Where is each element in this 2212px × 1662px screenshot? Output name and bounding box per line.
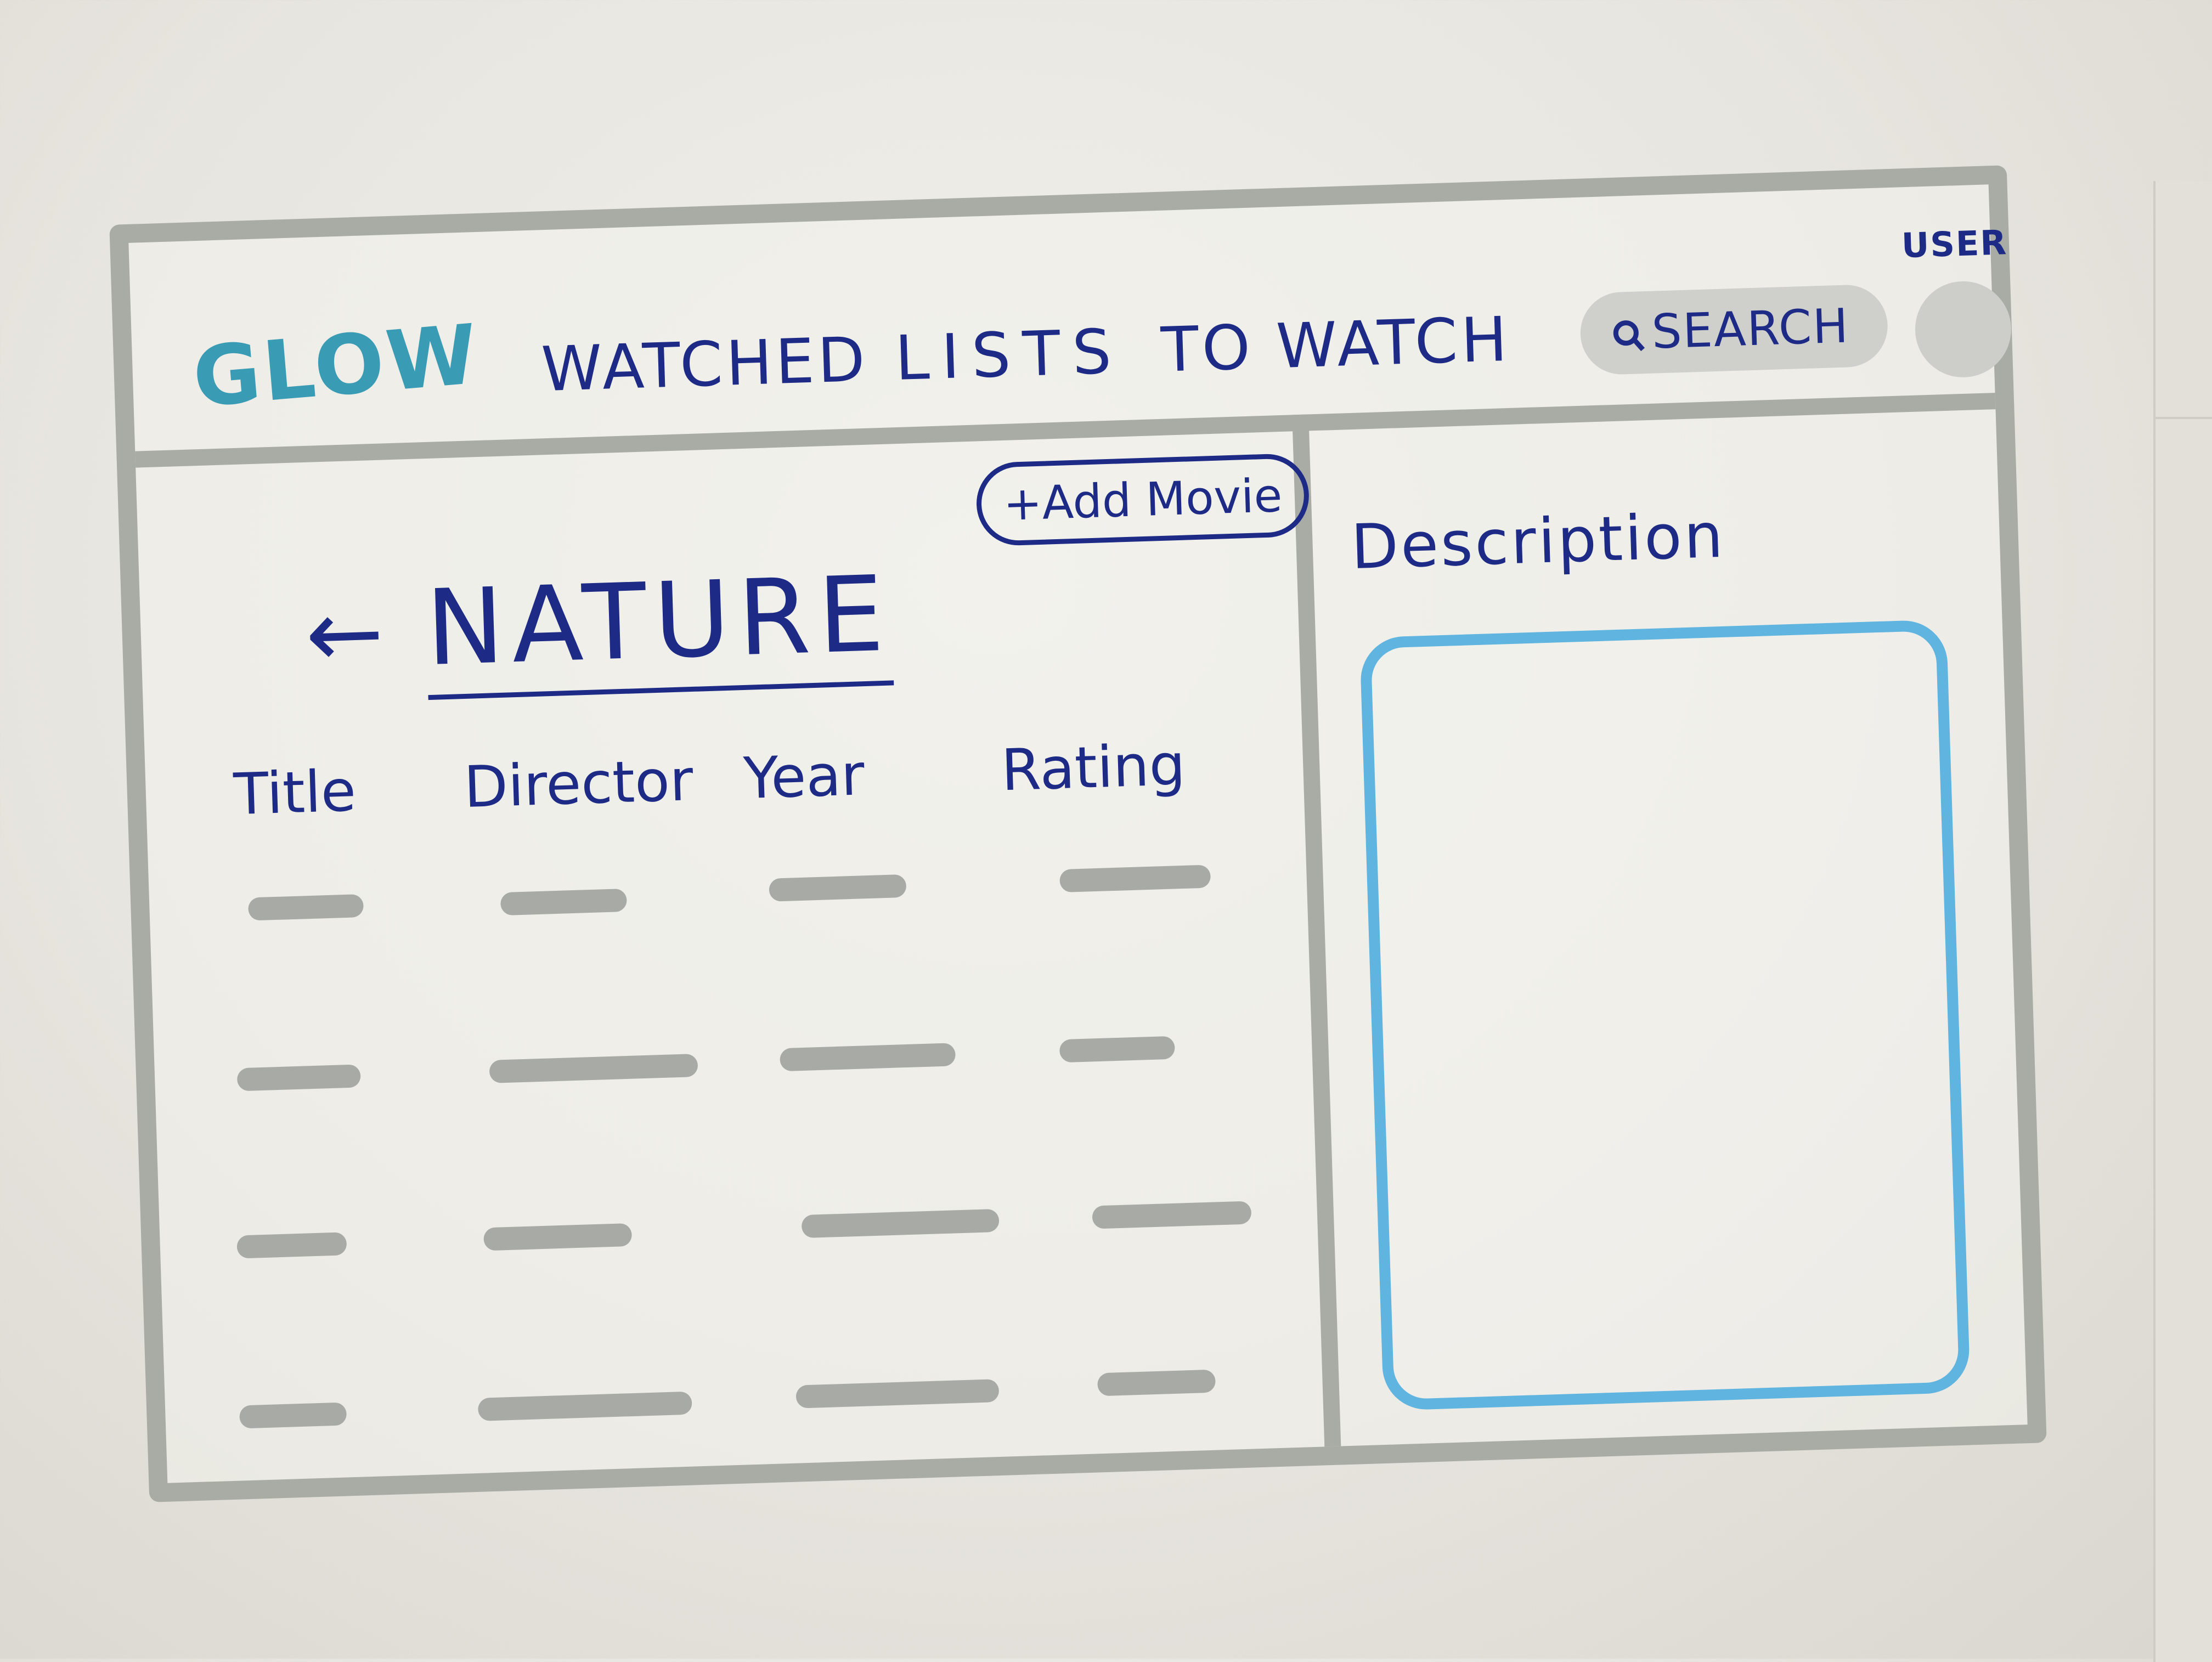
description-label: Description: [1350, 500, 1726, 584]
search-label: SEARCH: [1651, 298, 1850, 360]
user-label: USER: [1900, 222, 2008, 266]
column-header-year[interactable]: Year: [743, 741, 866, 812]
avatar[interactable]: [1914, 280, 2013, 379]
column-header-rating[interactable]: Rating: [1000, 731, 1186, 804]
cell-placeholder: [1097, 1369, 1216, 1397]
description-box[interactable]: [1359, 619, 1971, 1411]
cell-placeholder: [801, 1208, 1000, 1239]
cell-placeholder: [483, 1223, 633, 1251]
cell-placeholder: [236, 1064, 361, 1092]
nav-lists[interactable]: LISTS: [894, 316, 1125, 394]
cell-placeholder: [236, 1232, 347, 1259]
cell-placeholder: [769, 874, 907, 902]
app-logo[interactable]: GLOW: [189, 307, 483, 426]
add-movie-button[interactable]: +Add Movie: [975, 453, 1311, 547]
cell-placeholder: [489, 1053, 698, 1083]
nav-to-watch[interactable]: TO WATCH: [1160, 304, 1511, 386]
nav-watched[interactable]: WATCHED: [540, 324, 870, 406]
paper-fold-line: [2153, 417, 2212, 419]
column-header-director[interactable]: Director: [463, 747, 694, 821]
header-bar: GLOW WATCHED LISTS TO WATCH SEARCH USER: [128, 184, 2013, 468]
cell-placeholder: [500, 888, 628, 916]
cell-placeholder: [1059, 1036, 1175, 1063]
cell-placeholder: [1059, 864, 1211, 893]
arrow-left-icon[interactable]: ←: [304, 579, 386, 689]
column-header-title[interactable]: Title: [233, 757, 357, 828]
cell-placeholder: [247, 894, 364, 921]
list-title: NATURE: [424, 553, 894, 700]
search-bar[interactable]: SEARCH: [1579, 284, 1889, 376]
panel-divider: [1292, 414, 1341, 1447]
cell-placeholder: [477, 1391, 692, 1421]
cell-placeholder: [1092, 1201, 1252, 1229]
cell-placeholder: [795, 1379, 1000, 1409]
cell-placeholder: [239, 1402, 347, 1429]
cell-placeholder: [780, 1043, 956, 1072]
search-icon: [1613, 320, 1639, 346]
app-window: GLOW WATCHED LISTS TO WATCH SEARCH USER …: [109, 165, 2047, 1502]
paper-edge: [2153, 181, 2212, 1662]
